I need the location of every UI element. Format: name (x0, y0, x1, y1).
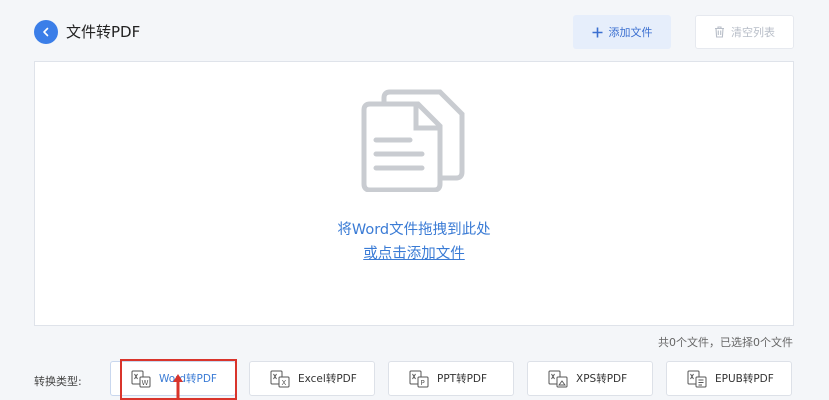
svg-text:P: P (421, 379, 425, 387)
clear-list-label: 清空列表 (731, 26, 775, 39)
svg-text:X: X (282, 379, 287, 387)
click-add-link[interactable]: 或点击添加文件 (363, 246, 465, 262)
ppt-file-icon: P (409, 370, 429, 387)
epub-file-icon (687, 370, 707, 387)
type-label: PPT转PDF (437, 373, 488, 385)
drop-instruction: 将Word文件拖拽到此处 (337, 222, 491, 238)
type-label: Excel转PDF (298, 373, 357, 385)
xps-file-icon (548, 370, 568, 387)
convert-type-label: 转换类型: (34, 375, 82, 388)
documents-icon (361, 89, 465, 192)
plus-icon (592, 27, 602, 37)
type-excel-to-pdf[interactable]: X Excel转PDF (249, 361, 375, 396)
click-add-link-wrap: 或点击添加文件 (35, 242, 793, 263)
svg-text:W: W (142, 379, 149, 387)
arrow-left-icon (43, 27, 49, 37)
clear-list-button[interactable]: 清空列表 (695, 15, 794, 49)
add-file-button[interactable]: 添加文件 (573, 15, 671, 49)
file-drop-zone[interactable]: 将Word文件拖拽到此处 或点击添加文件 (34, 61, 794, 326)
type-label: XPS转PDF (576, 373, 628, 385)
type-label: EPUB转PDF (715, 373, 774, 385)
file-count-status: 共0个文件，已选择0个文件 (658, 336, 793, 349)
type-epub-to-pdf[interactable]: EPUB转PDF (666, 361, 792, 396)
type-xps-to-pdf[interactable]: XPS转PDF (527, 361, 653, 396)
page-title: 文件转PDF (66, 23, 141, 41)
add-file-label: 添加文件 (608, 26, 653, 39)
excel-file-icon: X (270, 370, 290, 387)
type-label: Word转PDF (159, 373, 217, 385)
back-button[interactable] (34, 20, 58, 44)
type-word-to-pdf[interactable]: W Word转PDF (110, 361, 236, 396)
type-ppt-to-pdf[interactable]: P PPT转PDF (388, 361, 514, 396)
trash-icon (715, 26, 724, 38)
word-file-icon: W (131, 370, 151, 387)
